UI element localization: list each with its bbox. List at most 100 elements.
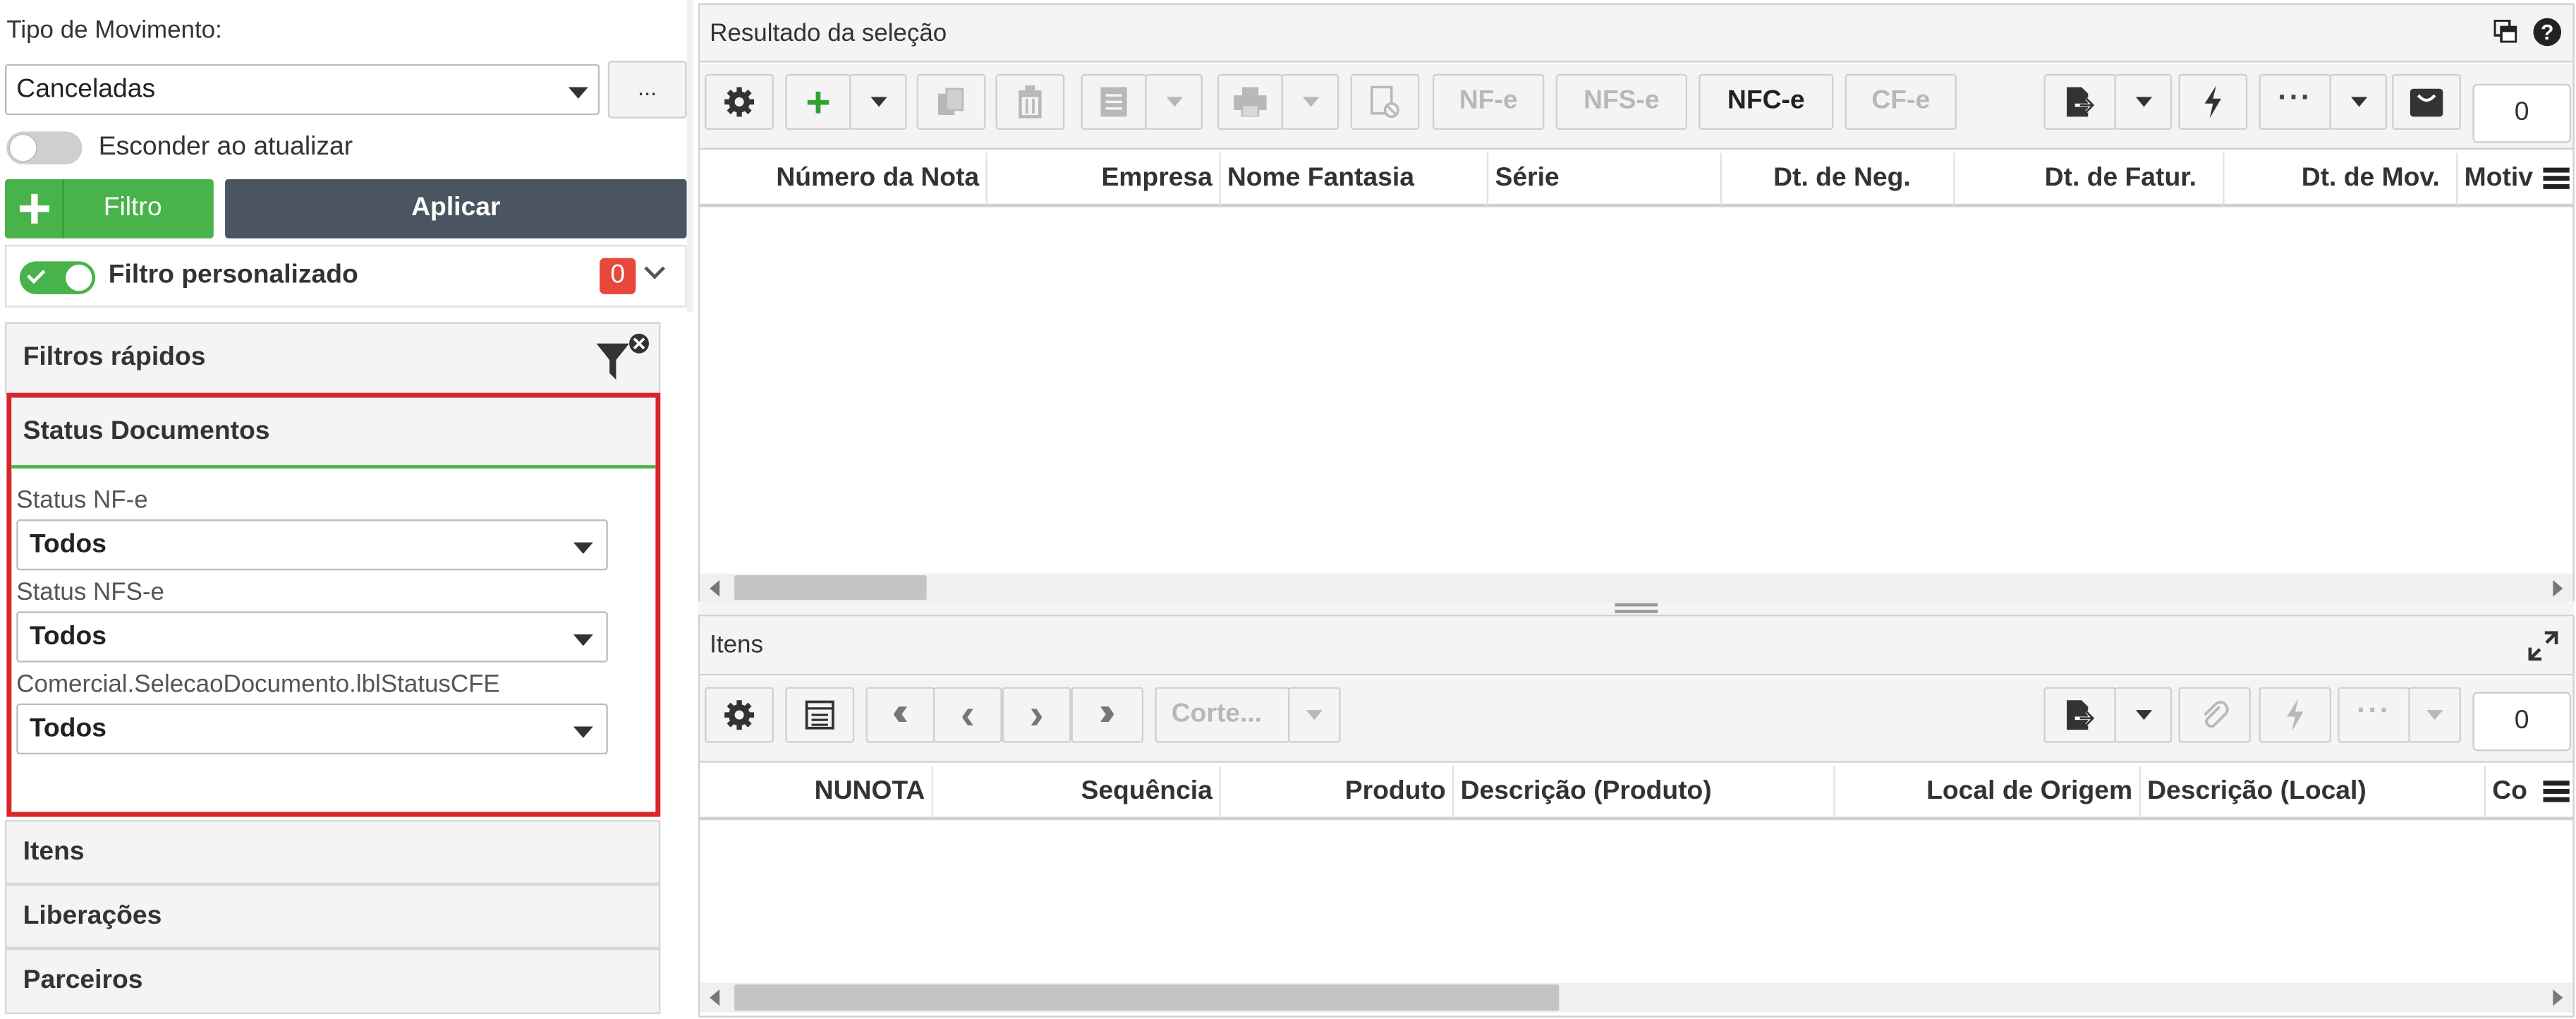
items-export-dropdown[interactable] xyxy=(2114,687,2173,743)
list-button[interactable] xyxy=(1081,73,1147,130)
print-dropdown[interactable] xyxy=(1281,73,1339,130)
record-count: 0 xyxy=(2472,83,2572,143)
more-options-button[interactable]: ... xyxy=(607,61,687,119)
add-record-dropdown[interactable] xyxy=(849,73,907,130)
cfe-button[interactable]: CF-e xyxy=(1845,73,1957,130)
more-actions-button[interactable]: ··· xyxy=(2259,73,2331,130)
settings-button[interactable] xyxy=(705,73,774,130)
ellipsis-icon: ··· xyxy=(2357,692,2391,726)
chevron-down-icon[interactable] xyxy=(644,258,665,279)
nfse-label: NFS-e xyxy=(1583,87,1660,116)
scroll-left-icon[interactable] xyxy=(710,989,720,1006)
chevron-down-icon xyxy=(1301,97,1319,107)
status-nfse-value: Todos xyxy=(29,622,107,651)
col-descricao-produto[interactable]: Descrição (Produto) xyxy=(1454,766,1835,819)
items-more-dropdown[interactable] xyxy=(2408,687,2461,743)
status-documents-header[interactable]: Status Documentos xyxy=(11,397,656,469)
custom-filter-row[interactable]: Filtro personalizado 0 xyxy=(4,245,687,308)
col-empresa[interactable]: Empresa xyxy=(988,152,1221,206)
column-menu-icon[interactable] xyxy=(2543,167,2570,191)
nfse-button[interactable]: NFS-e xyxy=(1555,73,1687,130)
col-produto[interactable]: Produto xyxy=(1221,766,1454,819)
detach-window-icon[interactable] xyxy=(2493,19,2517,44)
prev-page-button[interactable]: ‹ xyxy=(932,687,1002,743)
custom-filter-toggle[interactable] xyxy=(19,261,96,294)
last-page-button[interactable]: ›› xyxy=(1071,687,1144,743)
col-serie[interactable]: Série xyxy=(1488,152,1722,206)
tipo-movimento-select[interactable]: Canceladas xyxy=(4,64,600,116)
store-button[interactable] xyxy=(2392,73,2461,130)
duplicate-button[interactable] xyxy=(916,73,986,130)
scroll-left-icon[interactable] xyxy=(710,580,720,597)
export-button[interactable] xyxy=(2043,73,2116,130)
column-menu-icon[interactable] xyxy=(2543,780,2570,804)
cancel-document-button[interactable] xyxy=(1350,73,1420,130)
scroll-right-icon[interactable] xyxy=(2553,580,2563,597)
expand-icon[interactable] xyxy=(2528,631,2558,661)
status-nfe-select[interactable]: Todos xyxy=(16,519,608,571)
col-dt-neg[interactable]: Dt. de Neg. xyxy=(1722,152,1955,206)
left-panel-divider xyxy=(686,0,693,313)
apply-label: Aplicar xyxy=(411,193,501,222)
scroll-right-icon[interactable] xyxy=(2553,989,2563,1006)
col-descricao-local[interactable]: Descrição (Local) xyxy=(2141,766,2486,819)
selection-result-title: Resultado da seleção xyxy=(710,18,947,47)
status-cfe-select[interactable]: Todos xyxy=(16,703,608,755)
items-export-button[interactable] xyxy=(2043,687,2116,743)
chevron-down-icon xyxy=(1306,710,1323,720)
add-filter-button[interactable]: Filtro xyxy=(4,179,214,239)
col-dt-fatur[interactable]: Dt. de Fatur. xyxy=(1955,152,2225,206)
result-horizontal-scrollbar[interactable] xyxy=(700,573,2573,602)
hide-on-update-toggle[interactable] xyxy=(6,131,83,164)
actions-button[interactable] xyxy=(2178,73,2248,130)
items-scroll-thumb[interactable] xyxy=(734,984,1560,1011)
items-actions-button[interactable] xyxy=(2259,687,2331,743)
check-icon xyxy=(27,265,46,284)
panel-splitter[interactable] xyxy=(698,601,2575,615)
col-sequencia[interactable]: Sequência xyxy=(933,766,1221,819)
chevron-down-icon xyxy=(573,634,593,646)
section-parceiros[interactable]: Parceiros xyxy=(4,948,661,1015)
col-nome-fantasia[interactable]: Nome Fantasia xyxy=(1221,152,1489,206)
attachment-button[interactable] xyxy=(2178,687,2251,743)
col-dt-mov[interactable]: Dt. de Mov. xyxy=(2225,152,2458,206)
result-scroll-thumb[interactable] xyxy=(734,575,927,601)
status-nfse-select[interactable]: Todos xyxy=(16,611,608,663)
more-actions-dropdown[interactable] xyxy=(2329,73,2388,130)
ellipsis-icon: ··· xyxy=(2278,79,2313,113)
items-horizontal-scrollbar[interactable] xyxy=(700,982,2573,1013)
next-page-button[interactable]: › xyxy=(1002,687,1071,743)
delete-button[interactable] xyxy=(995,73,1065,130)
help-icon[interactable]: ? xyxy=(2533,18,2562,47)
col-numero-nota[interactable]: Número da Nota xyxy=(700,152,988,206)
section-itens-label: Itens xyxy=(23,837,85,866)
export-dropdown[interactable] xyxy=(2114,73,2173,130)
clear-filter-icon[interactable] xyxy=(593,333,652,387)
section-liberacoes[interactable]: Liberações xyxy=(4,884,661,948)
col-local-origem[interactable]: Local de Origem xyxy=(1835,766,2141,819)
col-co[interactable]: Co xyxy=(2486,766,2544,819)
items-grid-button[interactable] xyxy=(785,687,855,743)
items-more-button[interactable]: ··· xyxy=(2338,687,2410,743)
tipo-movimento-label: Tipo de Movimento: xyxy=(6,16,222,44)
result-grid-header: Número da Nota Empresa Nome Fantasia Sér… xyxy=(700,152,2573,207)
items-title: Itens xyxy=(710,631,763,659)
corte-dropdown[interactable] xyxy=(1288,687,1341,743)
add-record-button[interactable]: + xyxy=(785,73,851,130)
print-button[interactable] xyxy=(1217,73,1284,130)
chevron-down-icon xyxy=(870,97,887,107)
cfe-label: CF-e xyxy=(1871,87,1931,116)
nfe-button[interactable]: NF-e xyxy=(1432,73,1545,130)
apply-button[interactable]: Aplicar xyxy=(225,179,687,239)
list-dropdown[interactable] xyxy=(1145,73,1203,130)
double-chevron-right-icon: ›› xyxy=(1099,690,1115,735)
items-settings-button[interactable] xyxy=(705,687,774,743)
chevron-down-icon xyxy=(2134,710,2151,720)
corte-button[interactable]: Corte... xyxy=(1155,687,1290,743)
col-nunota[interactable]: NUNOTA xyxy=(700,766,933,819)
col-motivo[interactable]: Motiv xyxy=(2457,153,2543,206)
section-itens[interactable]: Itens xyxy=(4,820,661,885)
first-page-button[interactable]: ‹‹ xyxy=(865,687,935,743)
nfce-button[interactable]: NFC-e xyxy=(1699,73,1834,130)
record-count-value: 0 xyxy=(2514,98,2529,127)
